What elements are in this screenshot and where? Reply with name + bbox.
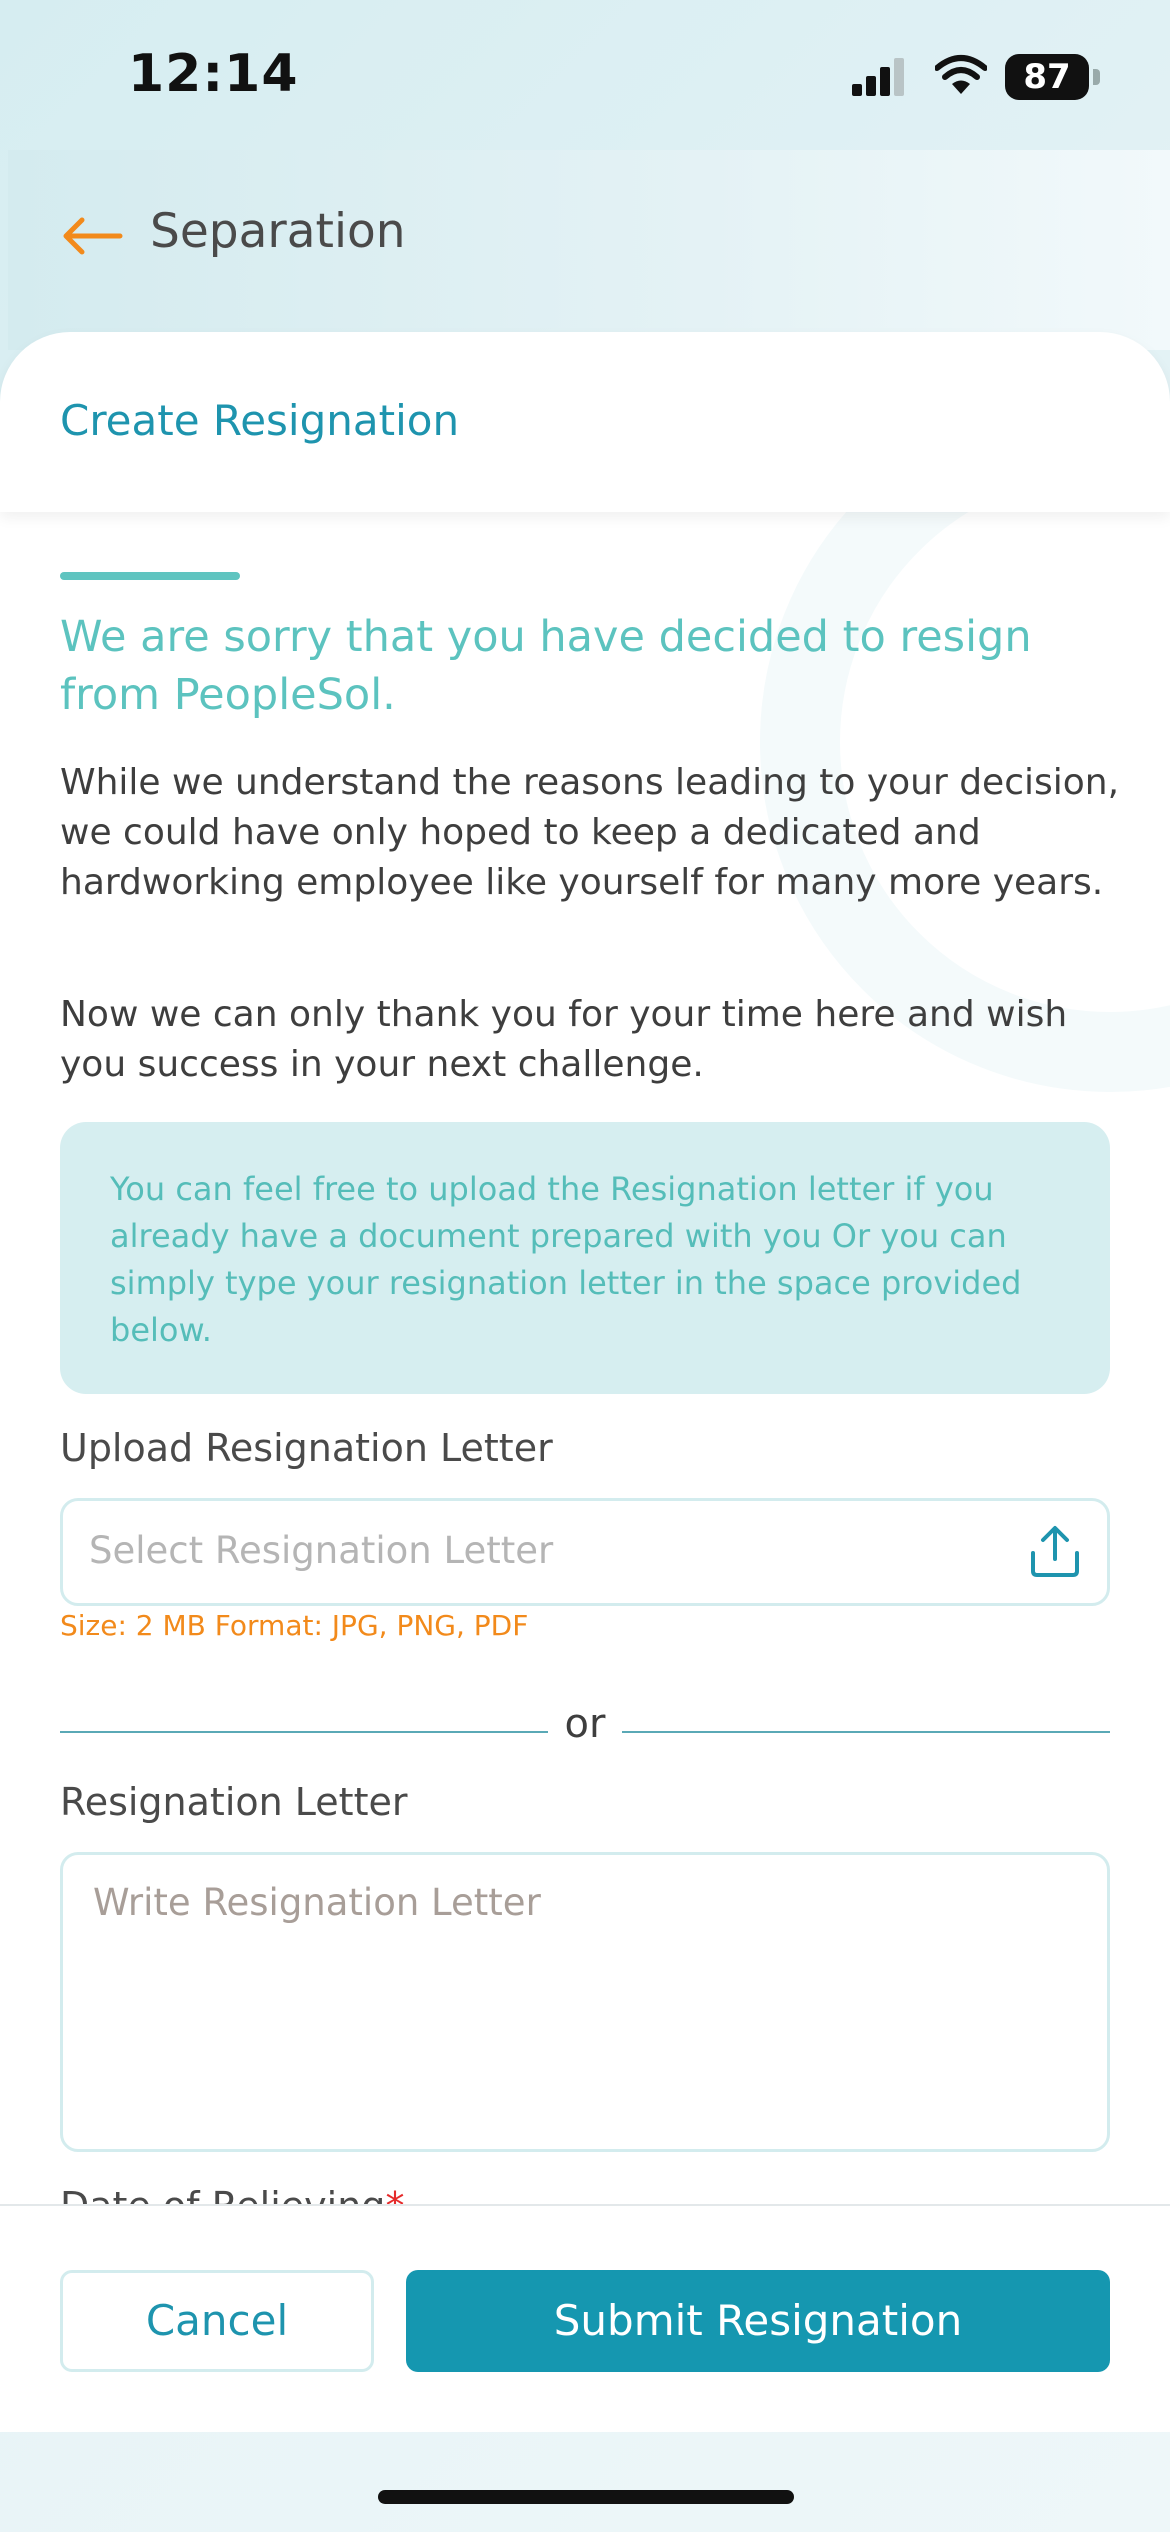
- upload-icon[interactable]: [1027, 1523, 1083, 1583]
- battery-icon: 87: [1005, 54, 1101, 100]
- screen: 12:14 87 Separation Create Resignation W…: [0, 0, 1170, 2532]
- arrow-left-icon[interactable]: [60, 216, 124, 260]
- submit-resignation-button[interactable]: Submit Resignation: [406, 2270, 1110, 2372]
- battery-level: 87: [1023, 57, 1071, 97]
- card-title: Create Resignation: [60, 396, 460, 445]
- wifi-icon: [934, 54, 988, 100]
- accent-line: [60, 572, 240, 580]
- date-label-text: Date of Relieving: [60, 2184, 385, 2204]
- card-header: Create Resignation: [0, 332, 1170, 512]
- home-indicator[interactable]: [378, 2490, 794, 2504]
- upload-field[interactable]: Select Resignation Letter: [60, 1498, 1110, 1606]
- resignation-letter-textarea[interactable]: Write Resignation Letter: [60, 1852, 1110, 2152]
- resignation-letter-placeholder: Write Resignation Letter: [93, 1881, 541, 1924]
- date-of-relieving-label: Date of Relieving*: [60, 2184, 404, 2204]
- info-box: You can feel free to upload the Resignat…: [60, 1122, 1110, 1394]
- message-paragraph-2: Now we can only thank you for your time …: [60, 994, 1068, 1085]
- divider-line-left: [60, 1731, 548, 1733]
- upload-placeholder: Select Resignation Letter: [89, 1529, 554, 1572]
- page-title: Separation: [150, 204, 406, 259]
- message-paragraph-1: While we understand the reasons leading …: [60, 762, 1120, 903]
- info-text: You can feel free to upload the Resignat…: [110, 1170, 1022, 1349]
- cancel-button[interactable]: Cancel: [60, 2270, 374, 2372]
- status-time: 12:14: [128, 44, 299, 104]
- status-bar: 12:14 87: [0, 0, 1170, 150]
- upload-size-note: Size: 2 MB Format: JPG, PNG, PDF: [60, 1609, 529, 1642]
- or-divider: or: [60, 1697, 1110, 1757]
- or-text: or: [564, 1701, 606, 1747]
- required-star: *: [385, 2184, 404, 2204]
- resignation-letter-label: Resignation Letter: [60, 1780, 408, 1824]
- divider-line-right: [622, 1731, 1110, 1733]
- footer-actions: Cancel Submit Resignation: [0, 2204, 1170, 2432]
- sorry-heading: We are sorry that you have decided to re…: [60, 612, 1032, 720]
- app-header: Separation: [8, 150, 1170, 350]
- signal-icon: [852, 58, 908, 100]
- form-content[interactable]: We are sorry that you have decided to re…: [0, 512, 1170, 2204]
- upload-label: Upload Resignation Letter: [60, 1426, 553, 1470]
